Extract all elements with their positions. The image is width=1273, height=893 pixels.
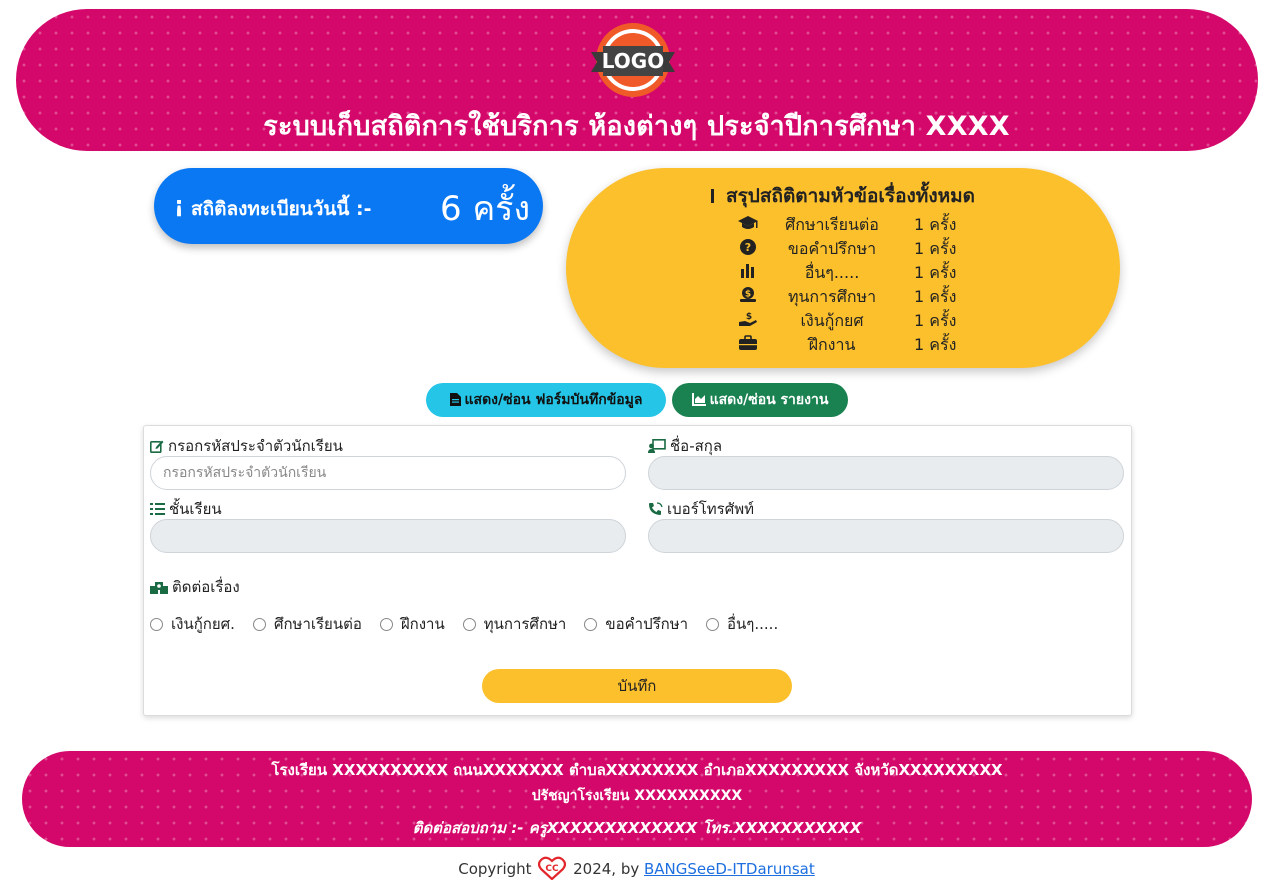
svg-text:$: $ <box>745 290 751 300</box>
info-icon: ¡ <box>174 193 185 218</box>
class-field[interactable] <box>150 519 626 553</box>
logo-text: LOGO <box>602 49 664 73</box>
toggle-report-label: แสดง/ซ่อน รายงาน <box>709 392 829 408</box>
topic-radio-further-study[interactable]: ศึกษาเรียนต่อ <box>252 612 362 636</box>
chart-area-icon <box>691 393 706 406</box>
author-link[interactable]: BANGSeeD-ITDarunsat <box>644 860 815 878</box>
name-field[interactable] <box>648 456 1124 490</box>
record-form: กรอกรหัสประจำตัวนักเรียน ชื่อ-สกุล ชั้นเ… <box>143 425 1132 716</box>
svg-text:?: ? <box>745 241 751 254</box>
topic-radio-scholarship[interactable]: ทุนการศึกษา <box>462 612 566 636</box>
topic-radio-group: เงินกู้กยศ. ศึกษาเรียนต่อ ฝึกงาน ทุนการศ… <box>150 612 796 636</box>
radio-circle[interactable] <box>252 617 266 631</box>
creative-commons-icon: CC <box>538 856 567 884</box>
footer-address: โรงเรียน XXXXXXXXXX ถนนXXXXXXX ตำบลXXXXX… <box>271 761 1003 779</box>
logo: LOGO <box>589 22 677 98</box>
list-ordered-icon <box>150 503 165 515</box>
phone-label: เบอร์โทรศัพท์ <box>667 500 755 518</box>
today-stats-count: 6 ครั้ง <box>440 189 531 229</box>
file-icon <box>449 393 461 406</box>
name-label: ชื่อ-สกุล <box>670 437 723 455</box>
page-title: ระบบเก็บสถิติการใช้บริการ ห้องต่างๆ ประจ… <box>263 111 1010 142</box>
radio-circle[interactable] <box>706 617 720 631</box>
summary-title: สรุปสถิติตามหัวข้อเรื่องทั้งหมด <box>725 185 975 207</box>
edit-icon <box>150 440 164 453</box>
topic-label: ติดต่อเรื่อง <box>172 578 240 596</box>
topic-radio-student-loan[interactable]: เงินกู้กยศ. <box>150 612 235 636</box>
briefcase-icon <box>738 335 758 351</box>
student-id-label: กรอกรหัสประจำตัวนักเรียน <box>168 437 343 455</box>
save-button[interactable]: บันทึก <box>482 669 792 703</box>
copyright-line: Copyright CC 2024, by BANGSeeD-ITDarunsa… <box>0 856 1273 884</box>
chalkboard-teacher-icon <box>648 439 666 453</box>
topic-radio-internship[interactable]: ฝึกงาน <box>379 612 445 636</box>
footer: โรงเรียน XXXXXXXXXX ถนนXXXXXXX ตำบลXXXXX… <box>22 751 1252 847</box>
footer-motto: ปรัชญาโรงเรียน XXXXXXXXXX <box>531 788 743 804</box>
toggle-report-button[interactable]: แสดง/ซ่อน รายงาน <box>672 383 848 417</box>
bar-chart-icon <box>738 263 758 279</box>
graduation-cap-icon <box>738 215 758 231</box>
topic-radio-consultation[interactable]: ขอคำปรึกษา <box>584 612 688 636</box>
radio-circle[interactable] <box>584 617 598 631</box>
radio-circle[interactable] <box>150 617 163 631</box>
svg-text:$: $ <box>746 312 752 322</box>
summary-row: อื่นๆ..... 1 ครั้ง <box>738 259 998 283</box>
phone-field[interactable] <box>648 519 1124 553</box>
summary-row: ศึกษาเรียนต่อ 1 ครั้ง <box>738 211 998 235</box>
summary-row: $ เงินกู้กยศ 1 ครั้ง <box>738 307 998 331</box>
class-label: ชั้นเรียน <box>169 500 222 518</box>
copyright-suffix: 2024, by <box>573 860 640 878</box>
copyright-prefix: Copyright <box>458 860 532 878</box>
toggle-form-button[interactable]: แสดง/ซ่อน ฟอร์มบันทึกข้อมูล <box>426 383 666 417</box>
exclamation-icon <box>710 189 714 203</box>
hand-holding-dollar-icon: $ <box>738 311 758 327</box>
summary-row: ฝึกงาน 1 ครั้ง <box>738 331 998 355</box>
question-circle-icon: ? <box>738 239 758 255</box>
footer-contact: ติดต่อสอบถาม :- ครูXXXXXXXXXXXXX โทร.XXX… <box>412 819 862 837</box>
summary-card: สรุปสถิติตามหัวข้อเรื่องทั้งหมด ศึกษาเรี… <box>566 168 1120 368</box>
school-icon <box>150 582 168 594</box>
student-id-input[interactable] <box>150 456 626 490</box>
summary-row: $ ทุนการศึกษา 1 ครั้ง <box>738 283 998 307</box>
money-bag-icon: $ <box>738 287 758 303</box>
radio-circle[interactable] <box>379 617 393 631</box>
summary-row: ? ขอคำปรึกษา 1 ครั้ง <box>738 235 998 259</box>
topic-radio-other[interactable]: อื่นๆ..... <box>706 612 778 636</box>
svg-text:CC: CC <box>546 864 560 874</box>
toggle-form-label: แสดง/ซ่อน ฟอร์มบันทึกข้อมูล <box>464 392 643 408</box>
phone-volume-icon <box>649 502 663 515</box>
radio-circle[interactable] <box>462 617 476 631</box>
today-stats-card: ¡ สถิติลงทะเบียนวันนี้ :- 6 ครั้ง <box>154 168 543 244</box>
today-stats-label: สถิติลงทะเบียนวันนี้ :- <box>191 198 372 220</box>
